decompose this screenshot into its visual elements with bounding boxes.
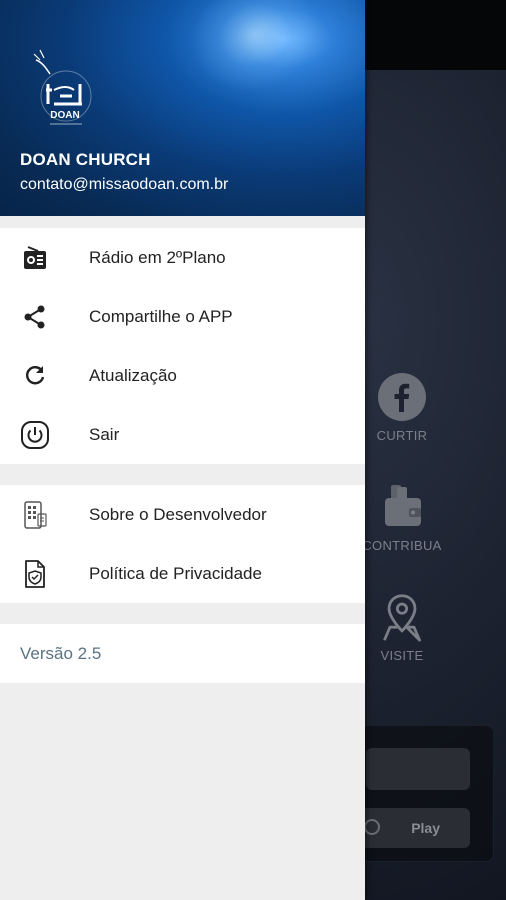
- doan-logo: DOAN: [30, 46, 100, 136]
- radio-icon: [20, 243, 50, 273]
- menu-label: Atualização: [89, 365, 177, 385]
- menu-label: Política de Privacidade: [89, 563, 262, 583]
- contribute-label: CONTRIBUA: [362, 538, 442, 553]
- power-icon: [20, 420, 50, 450]
- menu-item-share-app[interactable]: Compartilhe o APP: [0, 287, 365, 346]
- church-email: contato@missaodoan.com.br: [20, 176, 229, 193]
- menu-label: Compartilhe o APP: [89, 306, 233, 326]
- play-icon: [364, 819, 380, 835]
- like-action[interactable]: CURTIR: [362, 372, 442, 443]
- menu-item-background-radio[interactable]: Rádio em 2ºPlano: [0, 228, 365, 287]
- menu-item-update[interactable]: Atualização: [0, 346, 365, 405]
- menu-section-primary: Rádio em 2ºPlano Compartilhe o APP Atual…: [0, 228, 365, 464]
- map-pin-icon: [377, 592, 427, 642]
- menu-section-secondary: Sobre o Desenvolvedor Política de Privac…: [0, 485, 365, 603]
- facebook-icon: [377, 372, 427, 422]
- developer-icon: [20, 500, 50, 530]
- player-info-bar: [366, 748, 470, 790]
- drawer-header: DOAN DOAN CHURCH contato@missaodoan.com.…: [0, 0, 365, 216]
- menu-label: Rádio em 2ºPlano: [89, 247, 226, 267]
- share-icon: [20, 302, 50, 332]
- privacy-document-icon: [20, 559, 50, 589]
- contribute-action[interactable]: CONTRIBUA: [362, 482, 442, 553]
- visit-label: VISITE: [380, 648, 424, 663]
- menu-item-privacy-policy[interactable]: Política de Privacidade: [0, 544, 365, 603]
- play-button[interactable]: Play: [356, 808, 470, 848]
- logo-text: DOAN: [50, 110, 79, 121]
- menu-label: Sair: [89, 424, 120, 444]
- wallet-icon: [377, 482, 427, 532]
- app-version: Versão 2.5: [20, 644, 102, 663]
- play-label: Play: [411, 820, 440, 836]
- navigation-drawer: DOAN DOAN CHURCH contato@missaodoan.com.…: [0, 0, 365, 900]
- menu-label: Sobre o Desenvolvedor: [89, 504, 267, 524]
- church-name: DOAN CHURCH: [20, 150, 151, 169]
- version-section: Versão 2.5: [0, 624, 365, 683]
- menu-item-exit[interactable]: Sair: [0, 405, 365, 464]
- menu-item-about-developer[interactable]: Sobre o Desenvolvedor: [0, 485, 365, 544]
- like-label: CURTIR: [376, 428, 428, 443]
- refresh-icon: [20, 361, 50, 391]
- header-glow: [175, 0, 335, 109]
- visit-action[interactable]: VISITE: [362, 592, 442, 663]
